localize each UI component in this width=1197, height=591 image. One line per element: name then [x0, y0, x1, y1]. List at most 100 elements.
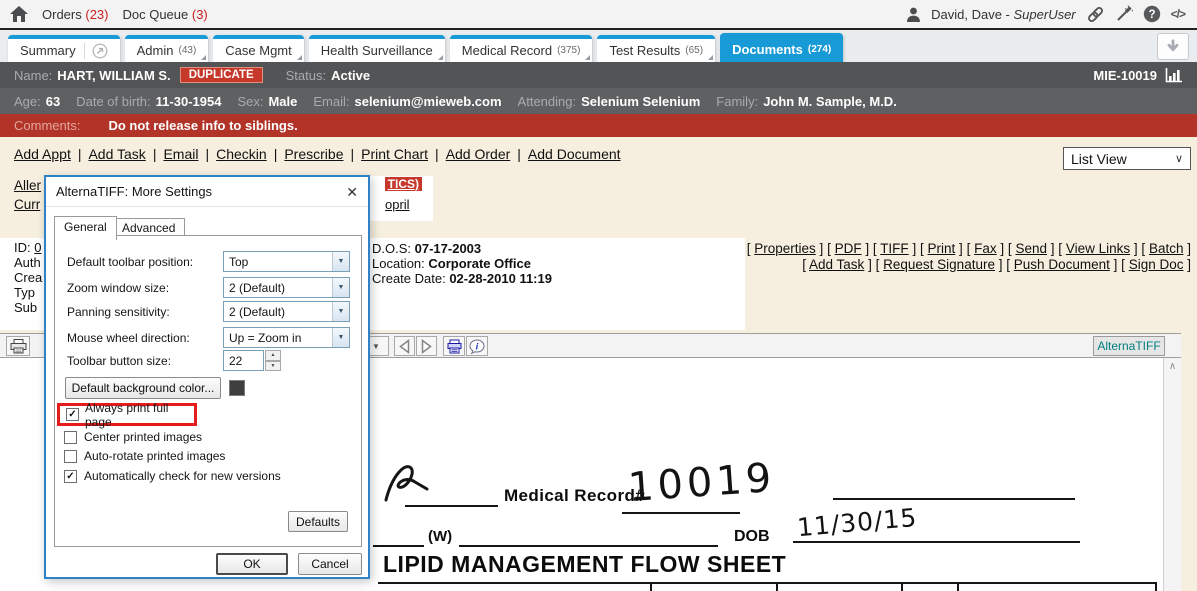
- tab-case-mgmt[interactable]: Case Mgmt: [213, 35, 303, 62]
- batch-link[interactable]: Batch: [1149, 241, 1184, 256]
- allergies-link-partial[interactable]: Aller: [14, 178, 41, 193]
- tab-test-results[interactable]: Test Results (65): [597, 35, 715, 62]
- sex-label: Sex:: [237, 94, 263, 109]
- tab-health-surveillance[interactable]: Health Surveillance: [309, 35, 445, 62]
- scan-blank-line: [373, 545, 424, 547]
- ok-button[interactable]: OK: [216, 553, 288, 575]
- tab-summary[interactable]: Summary: [8, 35, 120, 62]
- panning-sensitivity-label: Panning sensitivity:: [67, 305, 170, 319]
- check-new-versions-checkbox[interactable]: ✓: [64, 470, 77, 483]
- home-icon[interactable]: [10, 6, 28, 22]
- add-order-link[interactable]: Add Order: [446, 146, 511, 162]
- tab-general[interactable]: General: [54, 216, 117, 240]
- sign-doc-link[interactable]: Sign Doc: [1129, 257, 1184, 272]
- next-page-button[interactable]: [416, 336, 437, 356]
- toolbar-position-select[interactable]: Top ▼: [223, 251, 350, 272]
- spin-up-icon[interactable]: ▲: [265, 350, 281, 361]
- tab-documents[interactable]: Documents (274): [720, 33, 843, 62]
- checkin-link[interactable]: Checkin: [216, 146, 267, 162]
- tiff-link[interactable]: TIFF: [880, 241, 909, 256]
- view-select[interactable]: List View ∨: [1063, 147, 1191, 170]
- defaults-button[interactable]: Defaults: [288, 511, 348, 532]
- previous-page-button[interactable]: [394, 336, 415, 356]
- action-links-row: Add Appt| Add Task| Email| Checkin| Pres…: [14, 146, 621, 162]
- allergy-badge-partial[interactable]: TICS): [385, 177, 422, 191]
- dialog-title: AlternaTIFF: More Settings: [56, 184, 212, 199]
- prescribe-link[interactable]: Prescribe: [284, 146, 343, 162]
- popout-icon[interactable]: [84, 43, 108, 59]
- user-menu[interactable]: David, Dave - SuperUser: [931, 7, 1076, 22]
- auto-rotate-row: Auto-rotate printed images: [64, 449, 225, 463]
- print-settings-button[interactable]: [443, 336, 465, 356]
- vertical-scrollbar[interactable]: ∧: [1163, 358, 1181, 591]
- tab-label: Test Results: [609, 43, 680, 58]
- view-links-link[interactable]: View Links: [1066, 241, 1130, 256]
- help-icon[interactable]: ?: [1143, 5, 1161, 23]
- tab-label: Health Surveillance: [321, 43, 433, 58]
- mouse-wheel-select[interactable]: Up = Zoom in ▼: [223, 327, 350, 348]
- table-grid-line: [901, 584, 903, 591]
- print-link[interactable]: Print: [928, 241, 956, 256]
- user-role: SuperUser: [1014, 7, 1076, 22]
- add-task-doc-link[interactable]: Add Task: [809, 257, 864, 272]
- background-color-swatch[interactable]: [229, 380, 245, 396]
- add-document-link[interactable]: Add Document: [528, 146, 621, 162]
- tab-label: Medical Record: [462, 43, 552, 58]
- separator: |: [205, 146, 209, 162]
- send-link[interactable]: Send: [1015, 241, 1047, 256]
- doc-dos: D.O.S: 07-17-2003: [372, 241, 481, 256]
- always-print-full-page-checkbox[interactable]: ✓: [66, 408, 79, 421]
- tab-count: (375): [557, 45, 580, 56]
- auto-rotate-checkbox[interactable]: [64, 450, 77, 463]
- tab-dropdown-fold-icon: [708, 55, 713, 60]
- doc-id-link[interactable]: 0: [34, 240, 41, 255]
- panning-sensitivity-select[interactable]: 2 (Default) ▼: [223, 301, 350, 322]
- chart-stats-icon[interactable]: [1165, 68, 1183, 83]
- dialog-title-bar[interactable]: AlternaTIFF: More Settings ✕: [46, 177, 368, 207]
- email-link[interactable]: Email: [163, 146, 198, 162]
- highlight-red-box: ✓ Always print full page: [57, 403, 197, 426]
- default-background-color-button[interactable]: Default background color...: [65, 377, 221, 399]
- medication-link-partial[interactable]: opril: [385, 197, 410, 212]
- download-button[interactable]: [1157, 33, 1189, 60]
- add-appt-link[interactable]: Add Appt: [14, 146, 71, 162]
- scan-blank-line: [793, 541, 1080, 543]
- properties-link[interactable]: Properties: [754, 241, 816, 256]
- toolbar-button-size-input[interactable]: 22: [223, 350, 264, 371]
- medical-record-label: Medical Record#: [504, 486, 645, 506]
- fax-link[interactable]: Fax: [974, 241, 997, 256]
- always-print-full-page-label: Always print full page: [85, 401, 194, 429]
- info-button[interactable]: i: [466, 336, 488, 356]
- cancel-button[interactable]: Cancel: [298, 553, 362, 575]
- center-printed-images-checkbox[interactable]: [64, 431, 77, 444]
- print-button[interactable]: [6, 336, 30, 356]
- duplicate-badge[interactable]: DUPLICATE: [180, 67, 263, 83]
- tab-admin[interactable]: Admin (43): [125, 35, 209, 62]
- scroll-up-arrow[interactable]: ∧: [1164, 358, 1181, 375]
- wand-icon[interactable]: [1115, 5, 1133, 23]
- doc-queue-label: Doc Queue: [122, 7, 188, 22]
- work-phone-label: (W): [428, 528, 452, 545]
- spin-down-icon[interactable]: ▼: [265, 361, 281, 372]
- tab-medical-record[interactable]: Medical Record (375): [450, 35, 593, 62]
- current-meds-link-partial[interactable]: Curr: [14, 197, 40, 212]
- zoom-window-select[interactable]: 2 (Default) ▼: [223, 277, 350, 298]
- nav-doc-queue[interactable]: Doc Queue (3): [122, 7, 207, 22]
- request-signature-link[interactable]: Request Signature: [883, 257, 995, 272]
- add-task-link[interactable]: Add Task: [88, 146, 145, 162]
- mouse-wheel-value: Up = Zoom in: [224, 328, 332, 347]
- pdf-link[interactable]: PDF: [835, 241, 862, 256]
- print-chart-link[interactable]: Print Chart: [361, 146, 428, 162]
- nav-orders[interactable]: Orders (23): [42, 7, 108, 22]
- app-window: Orders (23) Doc Queue (3) David, Dave - …: [0, 0, 1197, 591]
- patient-name-bar: Name: HART, WILLIAM S. DUPLICATE Status:…: [0, 62, 1197, 88]
- close-icon[interactable]: ✕: [346, 185, 358, 199]
- toolbar-position-label: Default toolbar position:: [67, 255, 193, 269]
- center-printed-images-label: Center printed images: [84, 430, 202, 444]
- alternatiff-plugin-label[interactable]: AlternaTIFF: [1093, 336, 1165, 356]
- push-document-link[interactable]: Push Document: [1014, 257, 1110, 272]
- code-icon[interactable]: </>: [1171, 7, 1185, 21]
- link-icon[interactable]: [1086, 5, 1105, 24]
- topbar-right: David, Dave - SuperUser ? </>: [906, 5, 1185, 24]
- toolbar-position-value: Top: [224, 252, 332, 271]
